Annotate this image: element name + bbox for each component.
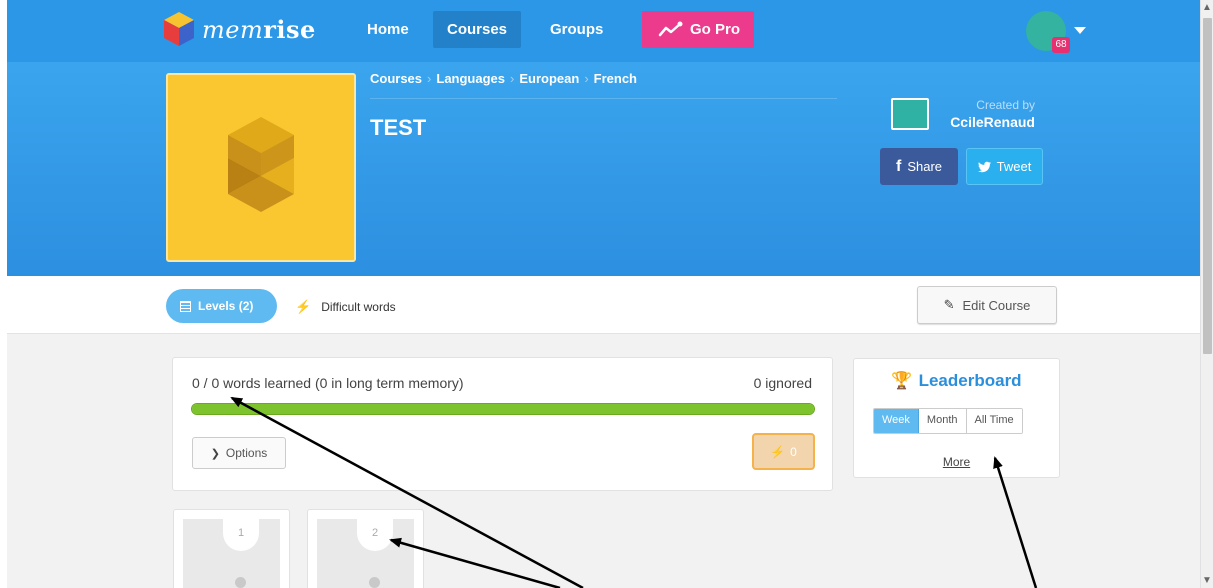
breadcrumb-languages[interactable]: Languages <box>436 71 505 86</box>
creator-avatar[interactable] <box>891 98 929 130</box>
period-week[interactable]: Week <box>874 409 919 433</box>
share-label: Share <box>907 159 943 174</box>
pencil-icon: ✎ <box>943 297 955 312</box>
notification-badge[interactable]: 68 <box>1052 37 1070 53</box>
twitter-bird-icon <box>977 161 991 172</box>
lightning-icon: ⚡ <box>770 444 786 459</box>
chevron-down-icon: ❯ <box>210 447 220 460</box>
level-tile-body: 1 <box>183 519 280 588</box>
level-tile-body: 2 <box>317 519 414 588</box>
nav-home[interactable]: Home <box>353 11 423 48</box>
leaderboard-title-text: Leaderboard <box>918 371 1022 390</box>
trend-line-icon <box>658 21 683 36</box>
browser-viewport: memrise Home Courses Groups Go Pro 68 Co… <box>7 0 1200 588</box>
trophy-icon: 🏆 <box>891 371 913 390</box>
ignored-count[interactable]: 0 ignored <box>754 375 812 391</box>
breadcrumb-french[interactable]: French <box>594 71 637 86</box>
seed-icon <box>369 577 380 588</box>
breadcrumb-separator: › <box>427 71 432 86</box>
vertical-scrollbar[interactable]: ▲ ▼ <box>1200 0 1213 588</box>
level-tile-2[interactable]: 2 <box>307 509 424 588</box>
words-learned-text: 0 / 0 words learned (0 in long term memo… <box>192 375 464 391</box>
options-button[interactable]: ❯ Options <box>192 437 286 469</box>
level-tile-1[interactable]: 1 <box>173 509 290 588</box>
level-number: 1 <box>223 519 259 551</box>
tweet-button[interactable]: Tweet <box>966 148 1043 185</box>
edit-course-button[interactable]: ✎ Edit Course <box>917 286 1057 324</box>
nav-courses[interactable]: Courses <box>433 11 522 48</box>
scroll-up-arrow-icon[interactable]: ▲ <box>1202 2 1212 13</box>
creator-name[interactable]: CcileRenaud <box>935 114 1035 130</box>
period-month[interactable]: Month <box>918 409 967 433</box>
edit-course-label: Edit Course <box>962 297 1031 313</box>
leaderboard-period-selector: Week Month All Time <box>873 408 1023 434</box>
tweet-label: Tweet <box>996 159 1032 174</box>
tab-difficult-words[interactable]: ⚡ Difficult words <box>295 299 396 315</box>
divider <box>370 98 837 99</box>
breadcrumb-separator: › <box>584 71 589 86</box>
breadcrumb-separator: › <box>510 71 515 86</box>
course-placeholder-icon <box>228 117 294 212</box>
tab-levels-label: Levels (2) <box>198 299 254 313</box>
level-number: 2 <box>357 519 393 551</box>
nav-groups[interactable]: Groups <box>536 11 617 48</box>
breadcrumb-courses[interactable]: Courses <box>370 71 422 86</box>
list-icon <box>180 300 191 312</box>
breadcrumb-european[interactable]: European <box>519 71 579 86</box>
top-navbar: memrise Home Courses Groups Go Pro 68 <box>7 0 1200 62</box>
memrise-logo[interactable]: memrise <box>164 12 316 46</box>
progress-card: 0 / 0 words learned (0 in long term memo… <box>172 357 833 491</box>
go-pro-button[interactable]: Go Pro <box>642 11 755 48</box>
tab-levels[interactable]: Levels (2) <box>166 289 277 323</box>
logo-text: memrise <box>202 14 316 44</box>
memrise-cube-icon <box>164 12 194 46</box>
speed-review-button[interactable]: ⚡ 0 <box>752 433 815 470</box>
breadcrumb: Courses › Languages › European › French <box>370 71 637 86</box>
scrollbar-thumb[interactable] <box>1203 18 1212 354</box>
course-tabs: Levels (2) ⚡ Difficult words ✎ Edit Cour… <box>7 276 1200 334</box>
leaderboard-title: 🏆 Leaderboard <box>854 371 1059 391</box>
scroll-down-arrow-icon[interactable]: ▼ <box>1202 575 1212 586</box>
lightning-icon: ⚡ <box>295 299 312 314</box>
progress-bar <box>191 403 815 415</box>
tab-difficult-label: Difficult words <box>321 300 396 314</box>
chevron-down-icon[interactable] <box>1074 27 1086 34</box>
leaderboard-card: 🏆 Leaderboard Week Month All Time More <box>853 358 1060 478</box>
period-all-time[interactable]: All Time <box>966 409 1022 433</box>
created-by-label: Created by <box>976 98 1035 112</box>
seed-icon <box>235 577 246 588</box>
course-image <box>166 73 356 262</box>
course-title: TEST <box>370 115 427 140</box>
progress-bar-fill <box>192 404 814 414</box>
facebook-icon: f <box>895 157 902 175</box>
go-pro-label: Go Pro <box>690 21 741 38</box>
course-header: Courses › Languages › European › French TEST C… <box>7 62 1200 276</box>
leaderboard-more-link[interactable]: More <box>854 455 1059 469</box>
speed-review-count: 0 <box>790 444 797 459</box>
options-label: Options <box>225 446 268 460</box>
facebook-share-button[interactable]: f Share <box>880 148 958 185</box>
